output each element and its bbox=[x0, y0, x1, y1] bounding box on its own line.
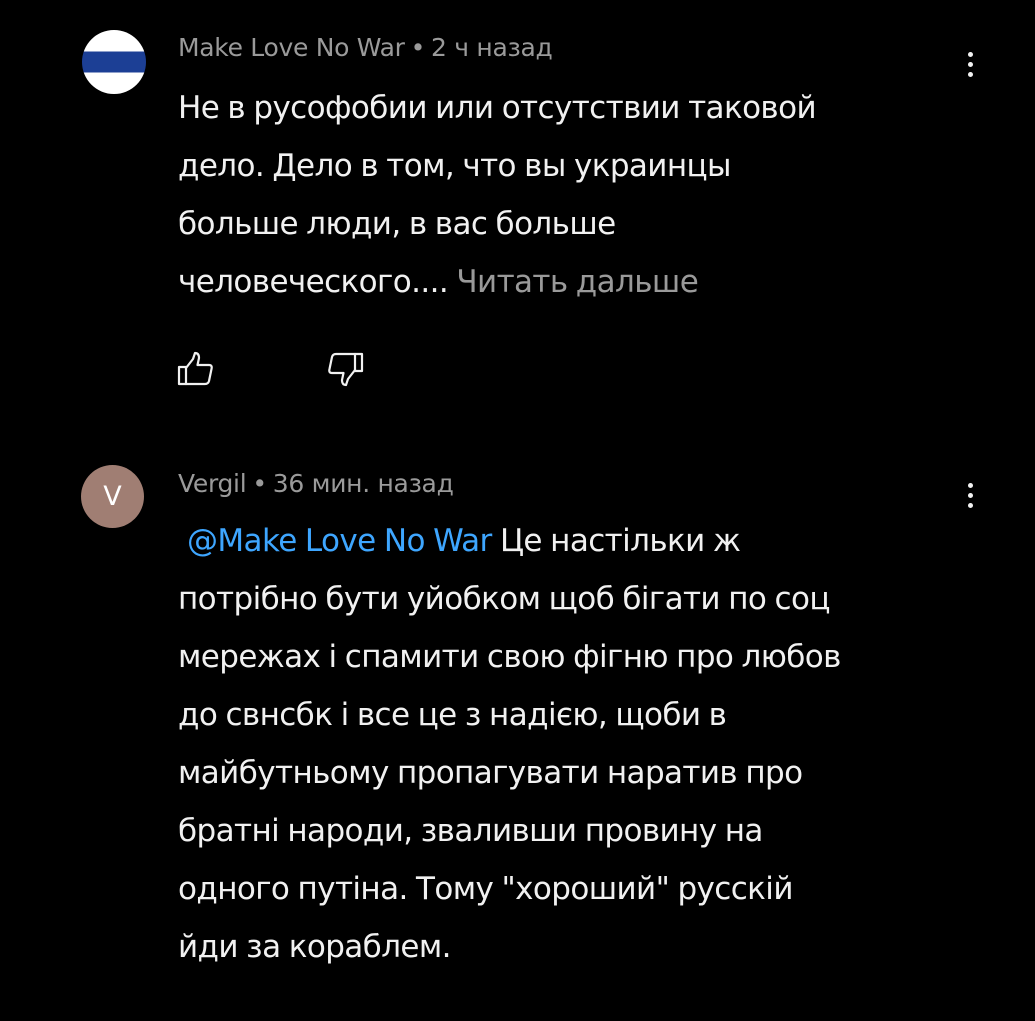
comment-time: 2 ч назад bbox=[431, 33, 553, 62]
author-avatar[interactable] bbox=[82, 30, 146, 94]
comment-line-text: человеческого.... bbox=[178, 264, 449, 300]
comment-line: дело. Дело в том, что вы украинцы bbox=[178, 148, 732, 184]
meta-separator: • bbox=[252, 469, 267, 498]
author-avatar[interactable]: V bbox=[81, 465, 144, 528]
more-vertical-icon[interactable] bbox=[960, 475, 980, 515]
comment-line: братні народи, зваливши провину на bbox=[178, 813, 763, 849]
thumbs-up-icon[interactable] bbox=[176, 349, 216, 389]
comment-meta: Make Love No War • 2 ч назад bbox=[178, 33, 553, 62]
comment-line-last: человеческого.... Читать дальше bbox=[178, 253, 968, 311]
comment-body: @Make Love No War Це настільки ж потрібн… bbox=[178, 512, 968, 976]
comment-line-first: @Make Love No War Це настільки ж bbox=[178, 512, 968, 570]
comment-line: майбутньому пропагувати наратив про bbox=[178, 755, 803, 791]
comment-line: больше люди, в вас больше bbox=[178, 206, 616, 242]
read-more-link[interactable]: Читать дальше bbox=[456, 264, 698, 300]
comment-meta: Vergil • 36 мин. назад bbox=[178, 469, 454, 498]
thumbs-down-icon[interactable] bbox=[325, 349, 365, 389]
meta-separator: • bbox=[410, 33, 426, 62]
comment-line-text: Це настільки ж bbox=[499, 523, 741, 559]
comment: V Vergil • 36 мин. назад @Make Love No War… bbox=[0, 430, 1035, 1021]
comment-line: йди за кораблем. bbox=[178, 929, 452, 965]
comment-line: одного путіна. Тому "хороший" русскій bbox=[178, 871, 793, 907]
comment: Make Love No War • 2 ч назад Не в русофоби… bbox=[0, 0, 1035, 430]
more-vertical-icon[interactable] bbox=[960, 44, 980, 84]
author-name[interactable]: Vergil bbox=[178, 469, 247, 498]
comment-line: потрібно бути уйобком щоб бігати по соц bbox=[178, 581, 830, 617]
mention-link[interactable]: @Make Love No War bbox=[178, 523, 492, 559]
comment-line: до свнсбк і все це з надією, щоби в bbox=[178, 697, 727, 733]
comment-line: мережах і спамити свою фігню про любов bbox=[178, 639, 841, 675]
comment-time: 36 мин. назад bbox=[272, 469, 454, 498]
comment-line: Не в русофобии или отсутствии таковой bbox=[178, 90, 817, 126]
author-name[interactable]: Make Love No War bbox=[178, 33, 405, 62]
comment-body: Не в русофобии или отсутствии таковой де… bbox=[178, 79, 968, 311]
